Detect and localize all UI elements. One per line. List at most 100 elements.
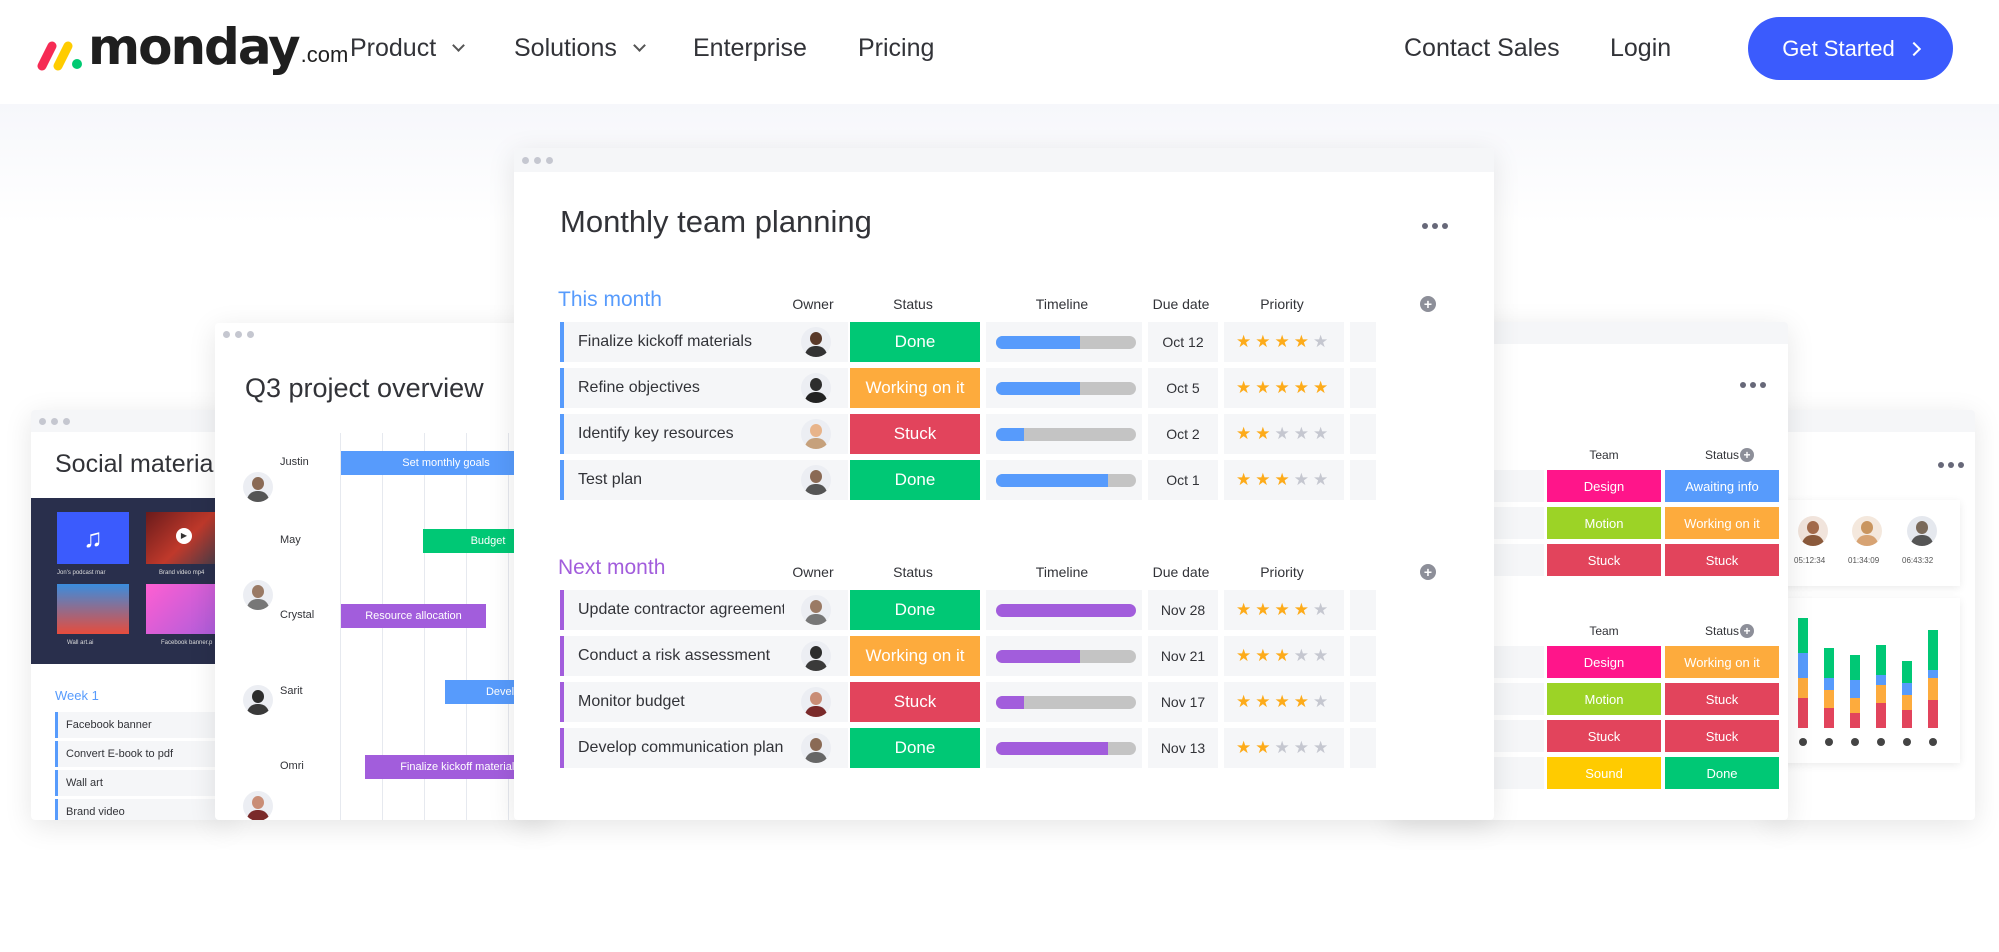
status-badge[interactable]: Done <box>850 322 980 362</box>
avatar-body <box>247 810 269 820</box>
timeline-cell[interactable] <box>986 590 1142 630</box>
more-options-icon[interactable] <box>1740 382 1766 388</box>
get-started-button[interactable]: Get Started <box>1748 17 1953 80</box>
window-bar <box>215 323 550 345</box>
status-badge[interactable]: Stuck <box>1665 544 1779 576</box>
table-row[interactable]: Refine objectives Working on it Oct 5 ★ ★ ★ ★ ★ <box>560 368 1494 408</box>
owner-cell[interactable] <box>784 322 848 362</box>
monday-logo-mark-icon <box>36 32 84 72</box>
table-row[interactable]: Test plan Done Oct 1 ★ ★ ★ ★ ★ <box>560 460 1494 500</box>
gantt-bar[interactable]: Resource allocation <box>341 604 486 628</box>
status-badge[interactable]: Done <box>1665 757 1779 789</box>
table-row[interactable]: Identify key resources Stuck Oct 2 ★ ★ ★ ★ ★ <box>560 414 1494 454</box>
bar-segment <box>1928 670 1938 678</box>
status-badge[interactable]: Stuck <box>1665 720 1779 752</box>
due-date[interactable]: Oct 2 <box>1148 414 1218 454</box>
nav-enterprise[interactable]: Enterprise <box>693 34 807 63</box>
table-row[interactable]: Monitor budget Stuck Nov 17 ★ ★ ★ ★ ★ <box>560 682 1494 722</box>
status-badge[interactable]: Working on it <box>1665 646 1779 678</box>
priority-rating[interactable]: ★ ★ ★ ★ ★ <box>1224 368 1344 408</box>
column-header: Timeline <box>1035 296 1089 312</box>
timeline-cell[interactable] <box>986 682 1142 722</box>
priority-rating[interactable]: ★ ★ ★ ★ ★ <box>1224 728 1344 768</box>
nav-product[interactable]: Product <box>350 34 466 63</box>
status-badge[interactable]: Stuck <box>850 414 980 454</box>
list-item[interactable]: Facebook banner <box>55 712 231 738</box>
status-badge[interactable]: Stuck <box>1665 683 1779 715</box>
nav-pricing[interactable]: Pricing <box>858 34 934 63</box>
team-badge[interactable]: Stuck <box>1547 544 1661 576</box>
nav-login[interactable]: Login <box>1610 34 1671 63</box>
status-badge[interactable]: Done <box>850 590 980 630</box>
status-badge[interactable]: Working on it <box>850 368 980 408</box>
team-badge[interactable]: Sound <box>1547 757 1661 789</box>
priority-rating[interactable]: ★ ★ ★ ★ ★ <box>1224 636 1344 676</box>
status-badge[interactable]: Done <box>850 460 980 500</box>
owner-cell[interactable] <box>784 728 848 768</box>
owner-cell[interactable] <box>784 636 848 676</box>
team-badge[interactable]: Stuck <box>1547 720 1661 752</box>
team-badge[interactable]: Motion <box>1547 683 1661 715</box>
timeline-cell[interactable] <box>986 368 1142 408</box>
person-icon <box>1799 738 1807 746</box>
status-badge[interactable]: Working on it <box>850 636 980 676</box>
due-date[interactable]: Nov 28 <box>1148 590 1218 630</box>
owner-cell[interactable] <box>784 682 848 722</box>
more-options-icon[interactable] <box>1938 462 1964 468</box>
team-badge[interactable]: Design <box>1547 470 1661 502</box>
logo-suffix: .com <box>300 42 349 67</box>
status-badge[interactable]: Stuck <box>850 682 980 722</box>
timeline-cell[interactable] <box>986 460 1142 500</box>
priority-rating[interactable]: ★ ★ ★ ★ ★ <box>1224 460 1344 500</box>
timeline-cell[interactable] <box>986 322 1142 362</box>
status-badge[interactable]: Working on it <box>1665 507 1779 539</box>
add-column-icon[interactable]: + <box>1420 296 1436 312</box>
more-options-icon[interactable] <box>1422 223 1448 229</box>
tile-caption: Brand video mp4 <box>159 570 205 576</box>
star-icon: ★ <box>1255 600 1271 619</box>
list-item[interactable]: Brand video <box>55 799 231 820</box>
star-icon: ★ <box>1274 600 1290 619</box>
bar-segment <box>1798 618 1808 653</box>
timeline-cell[interactable] <box>986 636 1142 676</box>
table-row[interactable]: Conduct a risk assessment Working on it No… <box>560 636 1494 676</box>
table-row[interactable]: Finalize kickoff materials Done Oct 12 ★ ★ ★ ★… <box>560 322 1494 362</box>
priority-rating[interactable]: ★ ★ ★ ★ ★ <box>1224 590 1344 630</box>
owner-cell[interactable] <box>784 460 848 500</box>
priority-rating[interactable]: ★ ★ ★ ★ ★ <box>1224 322 1344 362</box>
due-date[interactable]: Nov 13 <box>1148 728 1218 768</box>
owner-cell[interactable] <box>784 414 848 454</box>
table-row[interactable]: Update contractor agreement Done Nov 28 ★ ★ ★… <box>560 590 1494 630</box>
status-badge[interactable]: Awaiting info <box>1665 470 1779 502</box>
logo-wordmark: monday <box>88 18 301 76</box>
list-item[interactable]: Convert E-book to pdf <box>55 741 231 767</box>
bar-segment <box>1824 648 1834 678</box>
timeline-cell[interactable] <box>986 414 1142 454</box>
due-date[interactable]: Nov 21 <box>1148 636 1218 676</box>
board-title: Monthly team planning <box>560 204 872 239</box>
add-column-icon[interactable]: + <box>1740 448 1754 462</box>
team-badge[interactable]: Design <box>1547 646 1661 678</box>
empty-cell <box>1350 682 1376 722</box>
due-date[interactable]: Nov 17 <box>1148 682 1218 722</box>
list-item[interactable]: Wall art <box>55 770 231 796</box>
status-badge[interactable]: Done <box>850 728 980 768</box>
table-row[interactable]: Develop communication plan Done Nov 13 ★ ★ ★ ★… <box>560 728 1494 768</box>
due-date[interactable]: Oct 12 <box>1148 322 1218 362</box>
team-badge[interactable]: Motion <box>1547 507 1661 539</box>
avatar-head <box>810 646 822 659</box>
due-date[interactable]: Oct 1 <box>1148 460 1218 500</box>
monday-logo[interactable]: monday .com <box>36 22 348 72</box>
nav-solutions[interactable]: Solutions <box>514 34 646 63</box>
owner-cell[interactable] <box>784 368 848 408</box>
priority-rating[interactable]: ★ ★ ★ ★ ★ <box>1224 414 1344 454</box>
priority-rating[interactable]: ★ ★ ★ ★ ★ <box>1224 682 1344 722</box>
timeline-track <box>996 742 1136 755</box>
timeline-cell[interactable] <box>986 728 1142 768</box>
due-date[interactable]: Oct 5 <box>1148 368 1218 408</box>
add-column-icon[interactable]: + <box>1420 564 1436 580</box>
owner-cell[interactable] <box>784 590 848 630</box>
nav-contact-sales[interactable]: Contact Sales <box>1404 34 1560 63</box>
timeline-track <box>996 336 1136 349</box>
add-column-icon[interactable]: + <box>1740 624 1754 638</box>
